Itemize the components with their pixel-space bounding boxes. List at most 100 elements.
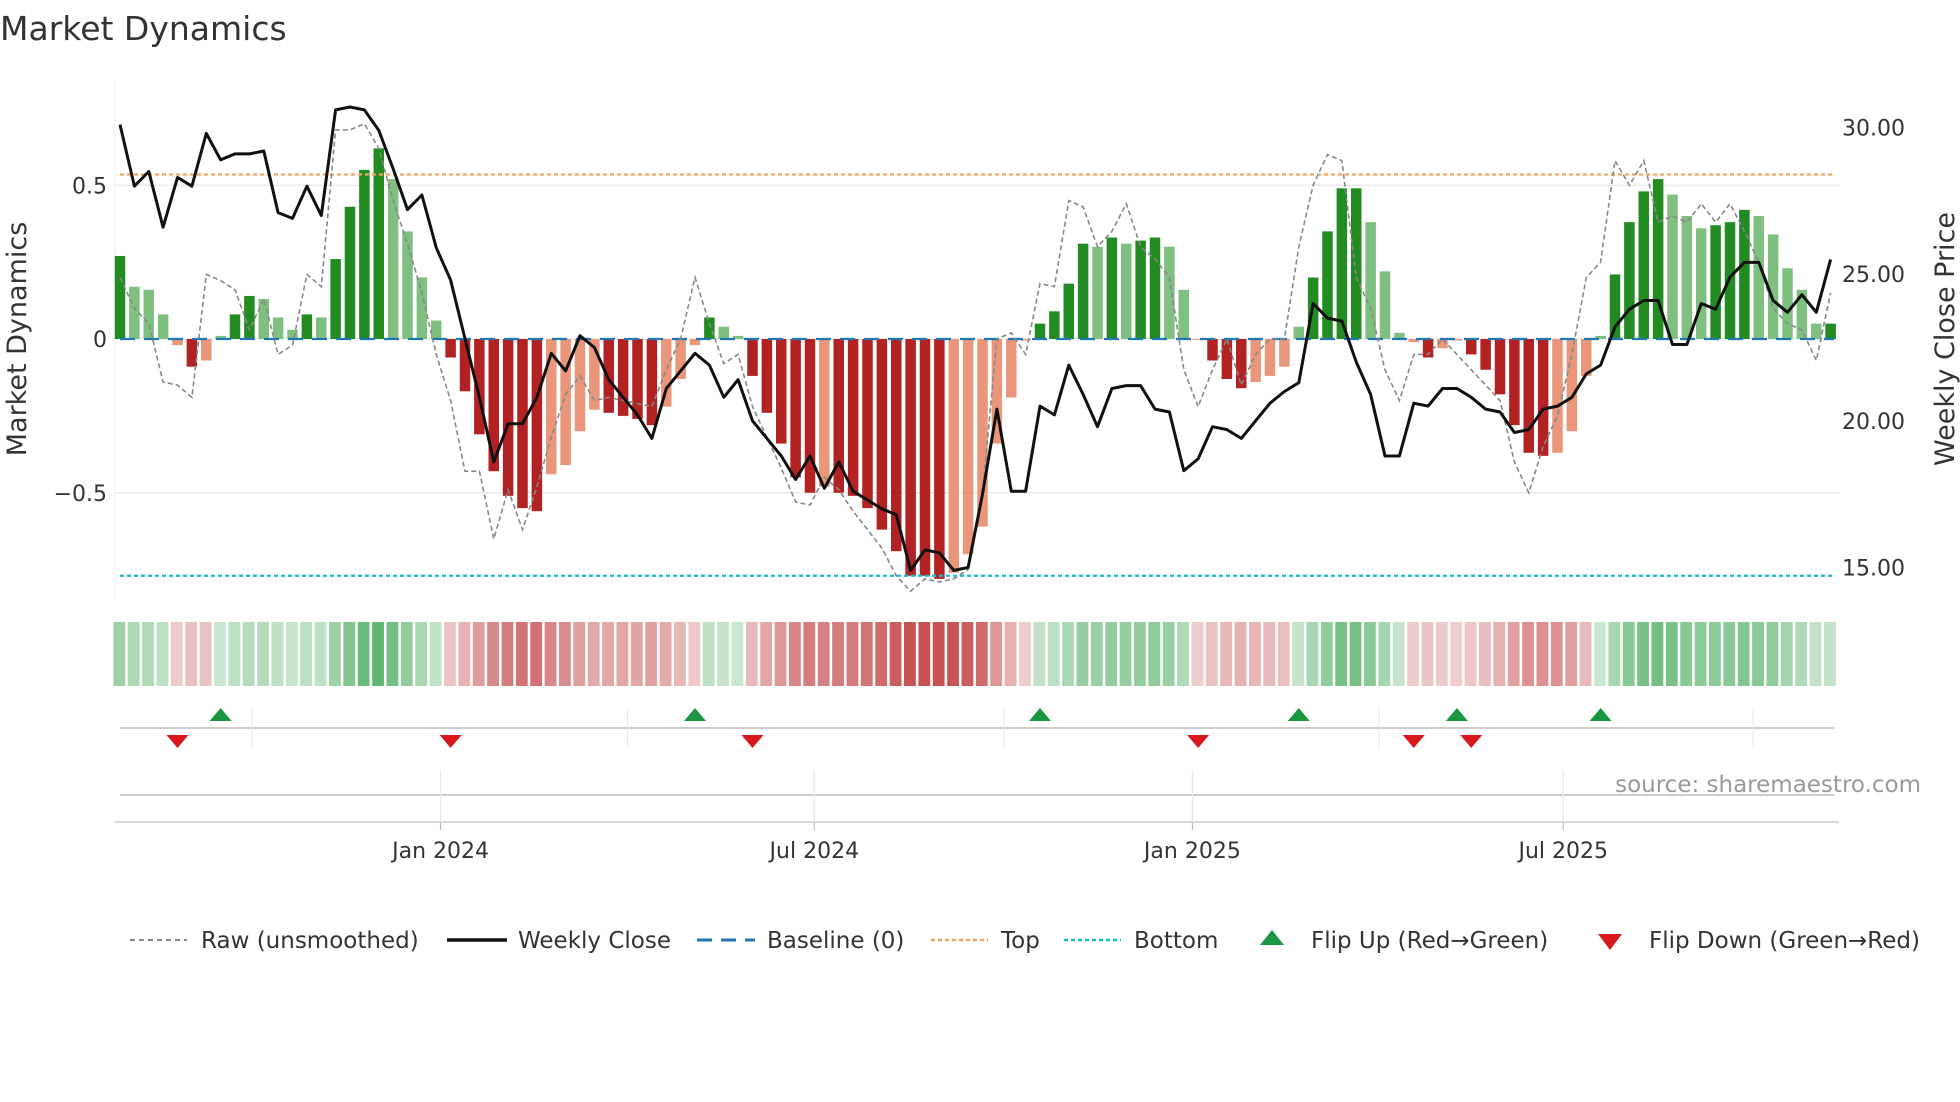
dynamics-bar [1523, 339, 1534, 453]
heat-cell [803, 622, 816, 686]
heat-cell [458, 622, 471, 686]
heat-cell [674, 622, 686, 686]
heat-cell [1565, 622, 1578, 686]
heat-cell [113, 622, 126, 686]
heat-cell [156, 622, 169, 686]
heat-cell [1809, 622, 1822, 686]
flip-down-marker [741, 735, 764, 748]
dynamics-bar [919, 339, 931, 576]
dynamics-bar [1494, 339, 1506, 395]
heat-cell [501, 622, 514, 686]
right-tick-label: 15.00 [1842, 556, 1905, 581]
dynamics-bar [876, 339, 888, 530]
x-tick-label: Jan 2024 [390, 839, 489, 864]
flip-up-marker [1029, 708, 1051, 721]
dynamics-bar [632, 339, 643, 419]
heat-cell [1105, 622, 1118, 686]
heat-cell [1594, 622, 1606, 686]
dynamics-bar [1696, 228, 1707, 339]
dynamics-bar [1121, 243, 1132, 339]
heat-cell [1665, 622, 1678, 686]
heat-cell [1435, 622, 1448, 686]
heat-cell [602, 622, 614, 686]
dynamics-bar [1063, 283, 1074, 339]
heat-cell [1076, 622, 1089, 686]
dynamics-bar [1379, 271, 1391, 339]
flip-up-marker [1589, 708, 1612, 721]
heat-cell [1651, 622, 1664, 686]
dynamics-bar [1509, 339, 1520, 426]
dynamics-bar [445, 339, 456, 358]
dynamics-bar [1624, 222, 1635, 339]
heat-cell [544, 622, 557, 686]
heat-cell [1277, 622, 1290, 686]
heat-cell [1479, 622, 1491, 686]
dynamics-bar [761, 339, 773, 413]
dynamics-bar [1293, 326, 1304, 339]
heat-cell [285, 622, 298, 686]
dynamics-bar [1135, 240, 1146, 339]
heat-cell [573, 622, 586, 686]
dynamics-bar [1466, 339, 1477, 355]
dynamics-bar [1264, 339, 1276, 376]
heat-cell [961, 622, 974, 686]
dynamics-bar [186, 339, 198, 367]
dynamics-bar [1710, 225, 1721, 339]
heat-cell [1292, 622, 1304, 686]
heat-cell [1522, 622, 1534, 686]
left-tick-label: 0 [93, 328, 107, 353]
heat-cell [1263, 622, 1276, 686]
source-credit: source: sharemaestro.com [1615, 772, 1921, 798]
heat-cell [1364, 622, 1376, 686]
heat-cell [559, 622, 571, 686]
x-tick-label: Jan 2025 [1142, 839, 1241, 864]
heat-cell [1450, 622, 1463, 686]
heat-cell [1493, 622, 1506, 686]
heat-cell [1421, 622, 1434, 686]
left-tick-label: −0.5 [54, 482, 107, 507]
heat-cell [947, 622, 959, 686]
right-tick-label: 30.00 [1842, 117, 1905, 142]
heat-cell [975, 622, 988, 686]
heat-cell [271, 622, 284, 686]
heat-cell [1680, 622, 1693, 686]
heat-cell [1162, 622, 1175, 686]
heat-cell [372, 622, 384, 686]
x-tick-label: Jul 2024 [768, 839, 860, 864]
x-tick-label: Jul 2025 [1516, 839, 1608, 864]
legend-baseline-label: Baseline (0) [767, 928, 904, 954]
heat-cell [904, 622, 916, 686]
heat-cell [1780, 622, 1793, 686]
dynamics-bar [316, 317, 327, 339]
heat-cell [1047, 622, 1060, 686]
dynamics-bar [704, 317, 715, 339]
dynamics-bar [1811, 323, 1822, 339]
heat-cell [1090, 622, 1103, 686]
heat-cell [386, 622, 399, 686]
heat-cell [832, 622, 844, 686]
heat-cell [587, 622, 600, 686]
heat-cell [343, 622, 356, 686]
dynamics-bar [229, 314, 241, 339]
heat-cell [1234, 622, 1247, 686]
heat-cell [630, 622, 643, 686]
legend: Raw (unsmoothed) Weekly Close Baseline (… [130, 928, 1920, 954]
heat-cell [1622, 622, 1635, 686]
dynamics-bar [157, 314, 169, 339]
heat-cell [717, 622, 729, 686]
heat-cell [918, 622, 931, 686]
dynamics-bar [1552, 339, 1563, 453]
dynamics-bar [962, 339, 974, 555]
heat-cell [1148, 622, 1161, 686]
heat-cell [185, 622, 198, 686]
heat-cell [1004, 622, 1017, 686]
left-axis-label: Market Dynamics [2, 222, 33, 457]
dynamics-bar [603, 339, 614, 413]
heat-cell [616, 622, 629, 686]
dynamics-bar [373, 148, 384, 339]
flip-down-marker [439, 735, 462, 748]
heat-cell [1407, 622, 1419, 686]
dynamics-bar [330, 259, 341, 339]
heat-cell [1608, 622, 1621, 686]
heat-cell [846, 622, 859, 686]
